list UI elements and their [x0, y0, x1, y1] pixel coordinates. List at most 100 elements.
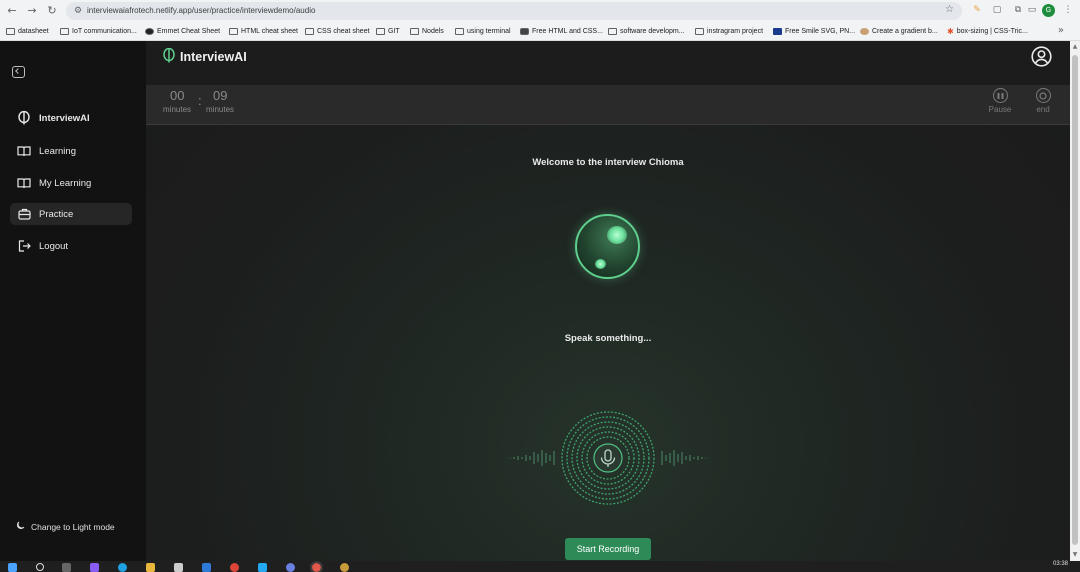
system-clock[interactable]: 03:38 — [1053, 561, 1068, 567]
menu-icon[interactable]: ⋮ — [1062, 4, 1074, 16]
timer-colon: : — [198, 93, 202, 108]
bookmark-item[interactable]: CSS cheat sheet — [305, 26, 370, 37]
bookmark-item[interactable]: GIT — [376, 26, 400, 37]
bookmark-star-icon[interactable]: ☆ — [945, 4, 954, 15]
logo-text: InterviewAI — [180, 50, 247, 64]
bookmark-item[interactable]: HTML cheat sheet — [229, 26, 298, 37]
edge-icon[interactable] — [118, 563, 127, 572]
stop-icon — [1035, 88, 1051, 103]
search-icon[interactable] — [36, 563, 44, 571]
app-icon-2[interactable] — [340, 563, 349, 572]
puzzle-icon[interactable]: ⧉ — [1012, 4, 1024, 16]
os-taskbar: 03:38 — [0, 561, 1080, 572]
folder-icon — [305, 28, 314, 35]
sidebar-brand[interactable]: InterviewAI — [10, 107, 132, 129]
app-icon[interactable] — [286, 563, 295, 572]
scroll-up-icon[interactable]: ▲ — [1071, 43, 1079, 50]
scroll-down-icon[interactable]: ▼ — [1071, 551, 1079, 558]
bookmark-item[interactable]: software developm... — [608, 26, 685, 37]
main-content: InterviewAI 00 minutes : 09 minutes Paus… — [146, 41, 1070, 561]
brain-logo-icon — [163, 47, 175, 66]
forward-icon[interactable]: → — [24, 3, 40, 19]
avatar-bookmark-icon — [860, 28, 869, 35]
speech-status: Speak something... — [564, 333, 652, 344]
folder-icon — [608, 28, 617, 35]
sidebar-item-label: My Learning — [39, 177, 92, 189]
timer-seconds: 09 — [213, 88, 228, 103]
start-recording-button[interactable]: Start Recording — [565, 538, 651, 560]
logout-icon — [17, 239, 31, 253]
bookmark-item[interactable]: IoT communication... — [60, 26, 137, 37]
bookmark-item[interactable]: instragram project — [695, 26, 763, 37]
folder-icon — [60, 28, 69, 35]
sidebar-item-practice[interactable]: Practice — [10, 203, 132, 225]
timer-seconds-label: minutes — [206, 105, 235, 114]
welcome-message: Welcome to the interview Chioma — [532, 157, 684, 168]
file-explorer-icon[interactable] — [146, 563, 155, 572]
sidebar-item-label: Logout — [39, 240, 69, 252]
book-icon — [17, 144, 31, 158]
chrome-icon[interactable] — [230, 563, 239, 572]
bookmark-item[interactable]: datasheet — [6, 26, 49, 37]
mail-icon[interactable] — [202, 563, 211, 572]
pause-icon — [992, 88, 1008, 103]
briefcase-icon — [17, 207, 31, 221]
folder-icon — [376, 28, 385, 35]
emmet-icon — [145, 28, 154, 35]
theme-toggle-label: Change to Light mode — [31, 521, 115, 532]
folder-icon — [229, 28, 238, 35]
profile-avatar[interactable]: G — [1042, 4, 1055, 17]
folder-icon — [6, 28, 15, 35]
bookmark-item[interactable]: ✱ box-sizing | CSS-Tric... — [947, 26, 1028, 37]
copilot-icon[interactable] — [90, 563, 99, 572]
user-account-icon[interactable] — [1031, 46, 1052, 67]
browser-toolbar: ← → ↻ ⚙ interviewaiafrotech.netlify.app/… — [0, 0, 1080, 22]
sidebar-item-label: Learning — [39, 145, 76, 157]
end-label: end — [1036, 105, 1050, 114]
pen-extension-icon[interactable]: ✎ — [971, 4, 983, 16]
bookmark-item[interactable]: Create a gradient b... — [860, 26, 938, 37]
app-header: InterviewAI — [146, 41, 1070, 85]
page-scrollbar[interactable]: ▲ ▼ — [1070, 41, 1080, 561]
more-bookmarks-icon[interactable]: » — [1058, 25, 1064, 36]
app-logo[interactable]: InterviewAI — [163, 47, 247, 66]
pause-label: Pause — [988, 105, 1012, 114]
ai-avatar-orb — [575, 214, 640, 279]
vscode-icon[interactable] — [258, 563, 267, 572]
sidebar: InterviewAI Learning My Learning Practic… — [0, 41, 146, 561]
sidebar-item-my-learning[interactable]: My Learning — [10, 172, 132, 194]
task-view-icon[interactable] — [62, 563, 71, 572]
folder-icon — [695, 28, 704, 35]
windows-start-icon[interactable] — [8, 563, 17, 572]
timer-bar: 00 minutes : 09 minutes Pause end — [146, 85, 1070, 125]
site-info-icon[interactable]: ⚙ — [72, 5, 84, 17]
freepik-icon — [773, 28, 782, 35]
extension-icon[interactable]: ▢ — [991, 4, 1003, 16]
back-icon[interactable]: ← — [4, 3, 20, 19]
pause-button[interactable]: Pause — [985, 88, 1015, 114]
timer-minutes: 00 — [170, 88, 185, 103]
sidepanel-icon[interactable]: ▭ — [1026, 4, 1038, 16]
bookmark-item[interactable]: using terminal — [455, 26, 511, 37]
sidebar-item-label: Practice — [39, 208, 74, 220]
sidebar-brand-label: InterviewAI — [39, 112, 90, 124]
folder-icon — [410, 28, 419, 35]
bookmark-item[interactable]: Emmet Cheat Sheet — [145, 26, 220, 37]
url-text[interactable]: interviewaiafrotech.netlify.app/user/pra… — [87, 5, 315, 17]
bookmark-item[interactable]: Free HTML and CSS... — [520, 26, 603, 37]
store-icon[interactable] — [174, 563, 183, 572]
chrome-active-icon[interactable] — [310, 561, 323, 572]
brain-icon — [17, 111, 31, 125]
theme-toggle[interactable]: Change to Light mode — [16, 521, 115, 532]
reload-icon[interactable]: ↻ — [44, 3, 60, 19]
html-css-icon — [520, 28, 529, 35]
sidebar-item-learning[interactable]: Learning — [10, 140, 132, 162]
book-open-icon — [17, 176, 31, 190]
collapse-sidebar-icon[interactable] — [12, 66, 25, 78]
bookmark-item[interactable]: Free Smile SVG, PN... — [773, 26, 855, 37]
bookmark-item[interactable]: Nodels — [410, 26, 444, 37]
end-button[interactable]: end — [1028, 88, 1058, 114]
scrollbar-thumb[interactable] — [1072, 55, 1078, 545]
address-bar[interactable]: ⚙ interviewaiafrotech.netlify.app/user/p… — [66, 2, 962, 20]
sidebar-item-logout[interactable]: Logout — [10, 235, 132, 257]
